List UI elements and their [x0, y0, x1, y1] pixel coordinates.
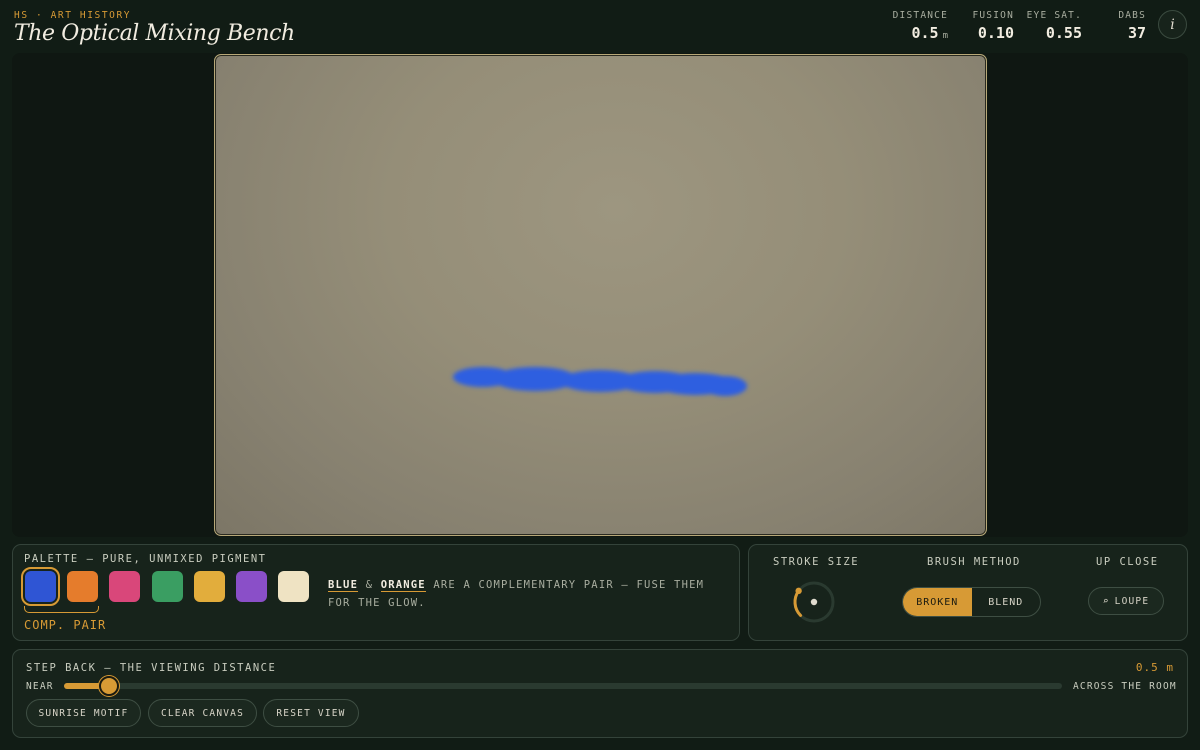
- loupe-icon: ⌕: [1102, 595, 1110, 607]
- canvas-strokes: [453, 367, 747, 396]
- stat-dabs-value: 37: [1127, 24, 1146, 42]
- hint-blue: BLUE: [328, 579, 359, 592]
- swatch-rose[interactable]: [109, 571, 140, 602]
- stroke-size-dial[interactable]: [791, 579, 837, 625]
- brush-method-toggle: BROKEN BLEND: [902, 587, 1041, 617]
- stat-dabs: DABS 37: [1106, 10, 1146, 42]
- sunrise-motif-button[interactable]: SUNRISE MOTIF: [26, 699, 141, 727]
- stat-distance-label: DISTANCE: [892, 10, 948, 21]
- brush-method-title: BRUSH METHOD: [927, 556, 1021, 568]
- pair-bracket: [24, 606, 99, 613]
- palette-title: PALETTE — PURE, UNMIXED PIGMENT: [24, 553, 267, 565]
- swatch-orange[interactable]: [67, 571, 98, 602]
- brush-broken-option[interactable]: BROKEN: [903, 588, 972, 616]
- stat-fusion: FUSION 0.10: [960, 10, 1014, 42]
- viewing-distance-title: STEP BACK — THE VIEWING DISTANCE: [26, 662, 277, 674]
- info-icon: i: [1170, 16, 1175, 33]
- swatch-cream[interactable]: [278, 571, 309, 602]
- stat-fusion-label: FUSION: [972, 10, 1014, 21]
- swatch-green[interactable]: [152, 571, 183, 602]
- stroke-size-title: STROKE SIZE: [773, 556, 860, 568]
- info-button[interactable]: i: [1158, 10, 1187, 39]
- stat-eye-sat-label: EYE SAT.: [1026, 10, 1082, 21]
- slider-near-label: NEAR: [26, 681, 54, 692]
- swatch-yellow[interactable]: [194, 571, 225, 602]
- stat-eye-sat-value: 0.55: [1045, 24, 1082, 42]
- viewing-distance-value: 0.5 m: [1135, 661, 1174, 674]
- clear-canvas-button[interactable]: CLEAR CANVAS: [148, 699, 257, 727]
- stat-distance-unit: m: [942, 31, 948, 41]
- hint-amp: &: [365, 579, 374, 591]
- slider-far-label: ACROSS THE ROOM: [1073, 681, 1177, 692]
- stat-eye-sat: EYE SAT. 0.55: [1022, 10, 1082, 42]
- stat-dabs-label: DABS: [1118, 10, 1146, 21]
- paint-stroke: [453, 367, 747, 396]
- stat-distance: DISTANCE 0.5 m: [880, 10, 948, 42]
- reset-view-button[interactable]: RESET VIEW: [263, 699, 359, 727]
- slider-thumb[interactable]: [98, 676, 119, 696]
- complementary-pair-label: COMP. PAIR: [24, 618, 107, 632]
- up-close-title: UP CLOSE: [1096, 556, 1159, 568]
- stat-fusion-value: 0.10: [977, 24, 1014, 42]
- brush-blend-option[interactable]: BLEND: [972, 588, 1041, 616]
- viewing-distance-slider[interactable]: [64, 676, 1062, 696]
- hint-orange: ORANGE: [380, 579, 426, 592]
- breadcrumb: HS · ART HISTORY: [14, 10, 132, 21]
- page-title: The Optical Mixing Bench: [14, 21, 295, 46]
- loupe-label: LOUPE: [1114, 595, 1150, 607]
- stat-distance-value: 0.5: [911, 24, 939, 42]
- painting-canvas[interactable]: [214, 54, 987, 536]
- loupe-button[interactable]: ⌕ LOUPE: [1088, 587, 1164, 615]
- palette-hint: BLUE & ORANGE ARE A COMPLEMENTARY PAIR —…: [328, 576, 728, 612]
- swatch-violet[interactable]: [236, 571, 267, 602]
- swatch-blue[interactable]: [21, 567, 60, 606]
